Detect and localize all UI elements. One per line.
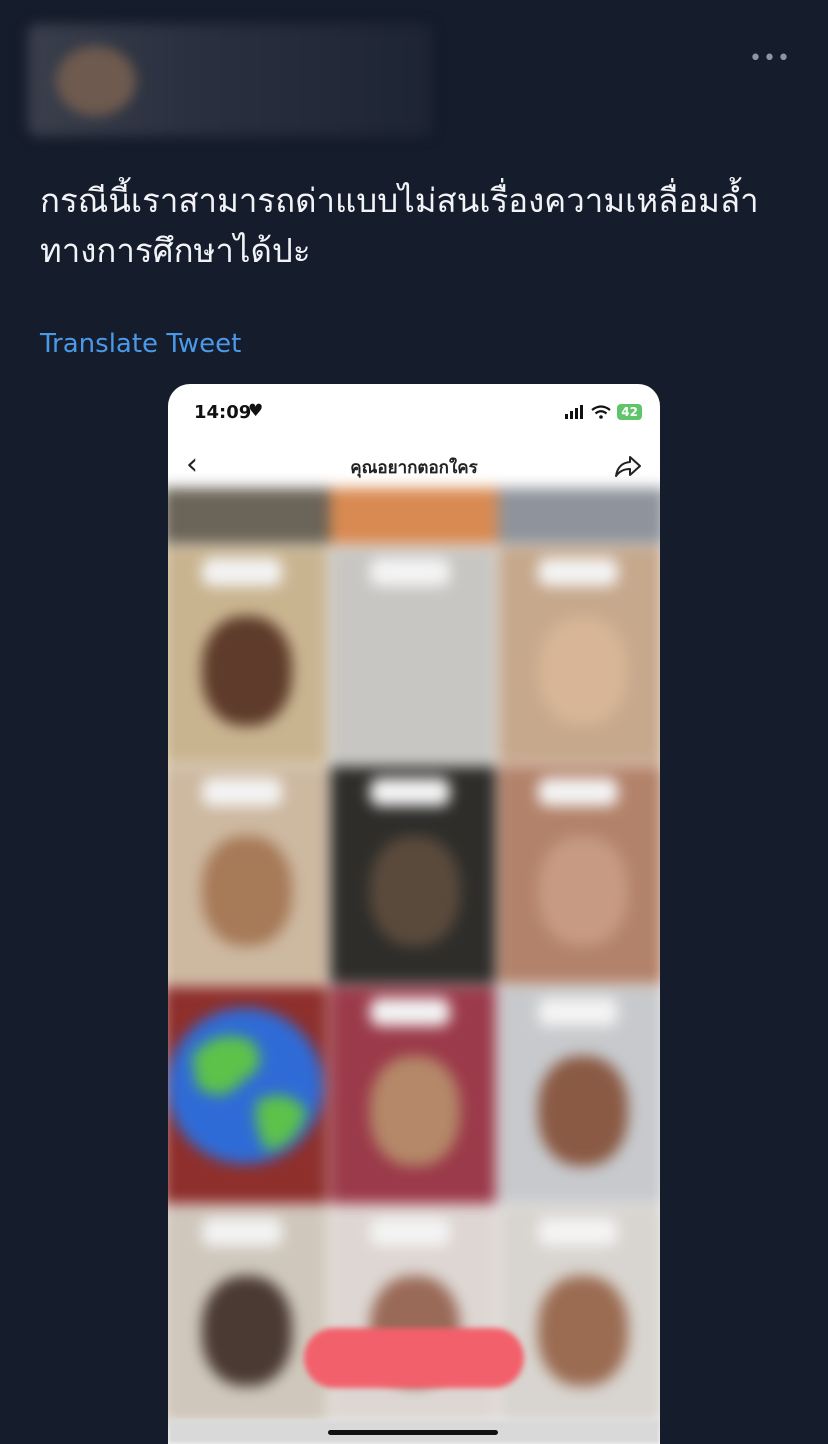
video-tile[interactable] <box>498 546 660 764</box>
avatar <box>56 46 136 116</box>
attached-screenshot[interactable]: 14:09 ♥ 42 ‹ คุณอยากตอกใคร <box>168 384 660 1444</box>
screen-title: คุณอยากตอกใคร <box>350 458 478 478</box>
tweet-text-line: กรณีนี้เราสามารถด่าแบบไม่สนเรื่องความเหล… <box>40 181 759 220</box>
video-tile[interactable] <box>498 766 660 984</box>
translate-tweet-link[interactable]: Translate Tweet <box>40 326 241 362</box>
tweet-text-line: ทางการศึกษาได้ปะ <box>40 231 311 270</box>
video-tile[interactable] <box>498 986 660 1204</box>
video-tile[interactable] <box>168 766 328 984</box>
video-tile[interactable] <box>168 1206 328 1424</box>
video-tile[interactable] <box>330 986 496 1204</box>
battery-icon: 42 <box>617 404 642 420</box>
video-tile[interactable] <box>168 546 328 764</box>
home-indicator <box>328 1430 498 1435</box>
signal-icon <box>565 405 584 419</box>
more-options-icon[interactable]: ••• <box>748 46 792 72</box>
status-time: 14:09 <box>194 402 252 423</box>
grid-top-strip <box>168 488 660 544</box>
video-tile[interactable] <box>330 1206 496 1424</box>
tweet-view: ••• กรณีนี้เราสามารถด่าแบบไม่สนเรื่องควา… <box>0 0 828 1444</box>
record-button-blurred[interactable] <box>304 1328 524 1388</box>
globe-image <box>168 1008 323 1164</box>
video-tile[interactable] <box>330 766 496 984</box>
author-header-blurred[interactable] <box>28 24 432 136</box>
wifi-icon <box>591 405 611 419</box>
status-icons: 42 <box>565 404 642 420</box>
video-tile[interactable] <box>498 1206 660 1424</box>
share-icon[interactable] <box>614 454 642 478</box>
heart-icon: ♥ <box>248 401 264 421</box>
video-tile[interactable] <box>168 986 328 1204</box>
video-grid-blurred <box>168 488 660 1444</box>
tweet-text: กรณีนี้เราสามารถด่าแบบไม่สนเรื่องความเหล… <box>40 176 800 276</box>
video-tile[interactable] <box>330 546 496 764</box>
